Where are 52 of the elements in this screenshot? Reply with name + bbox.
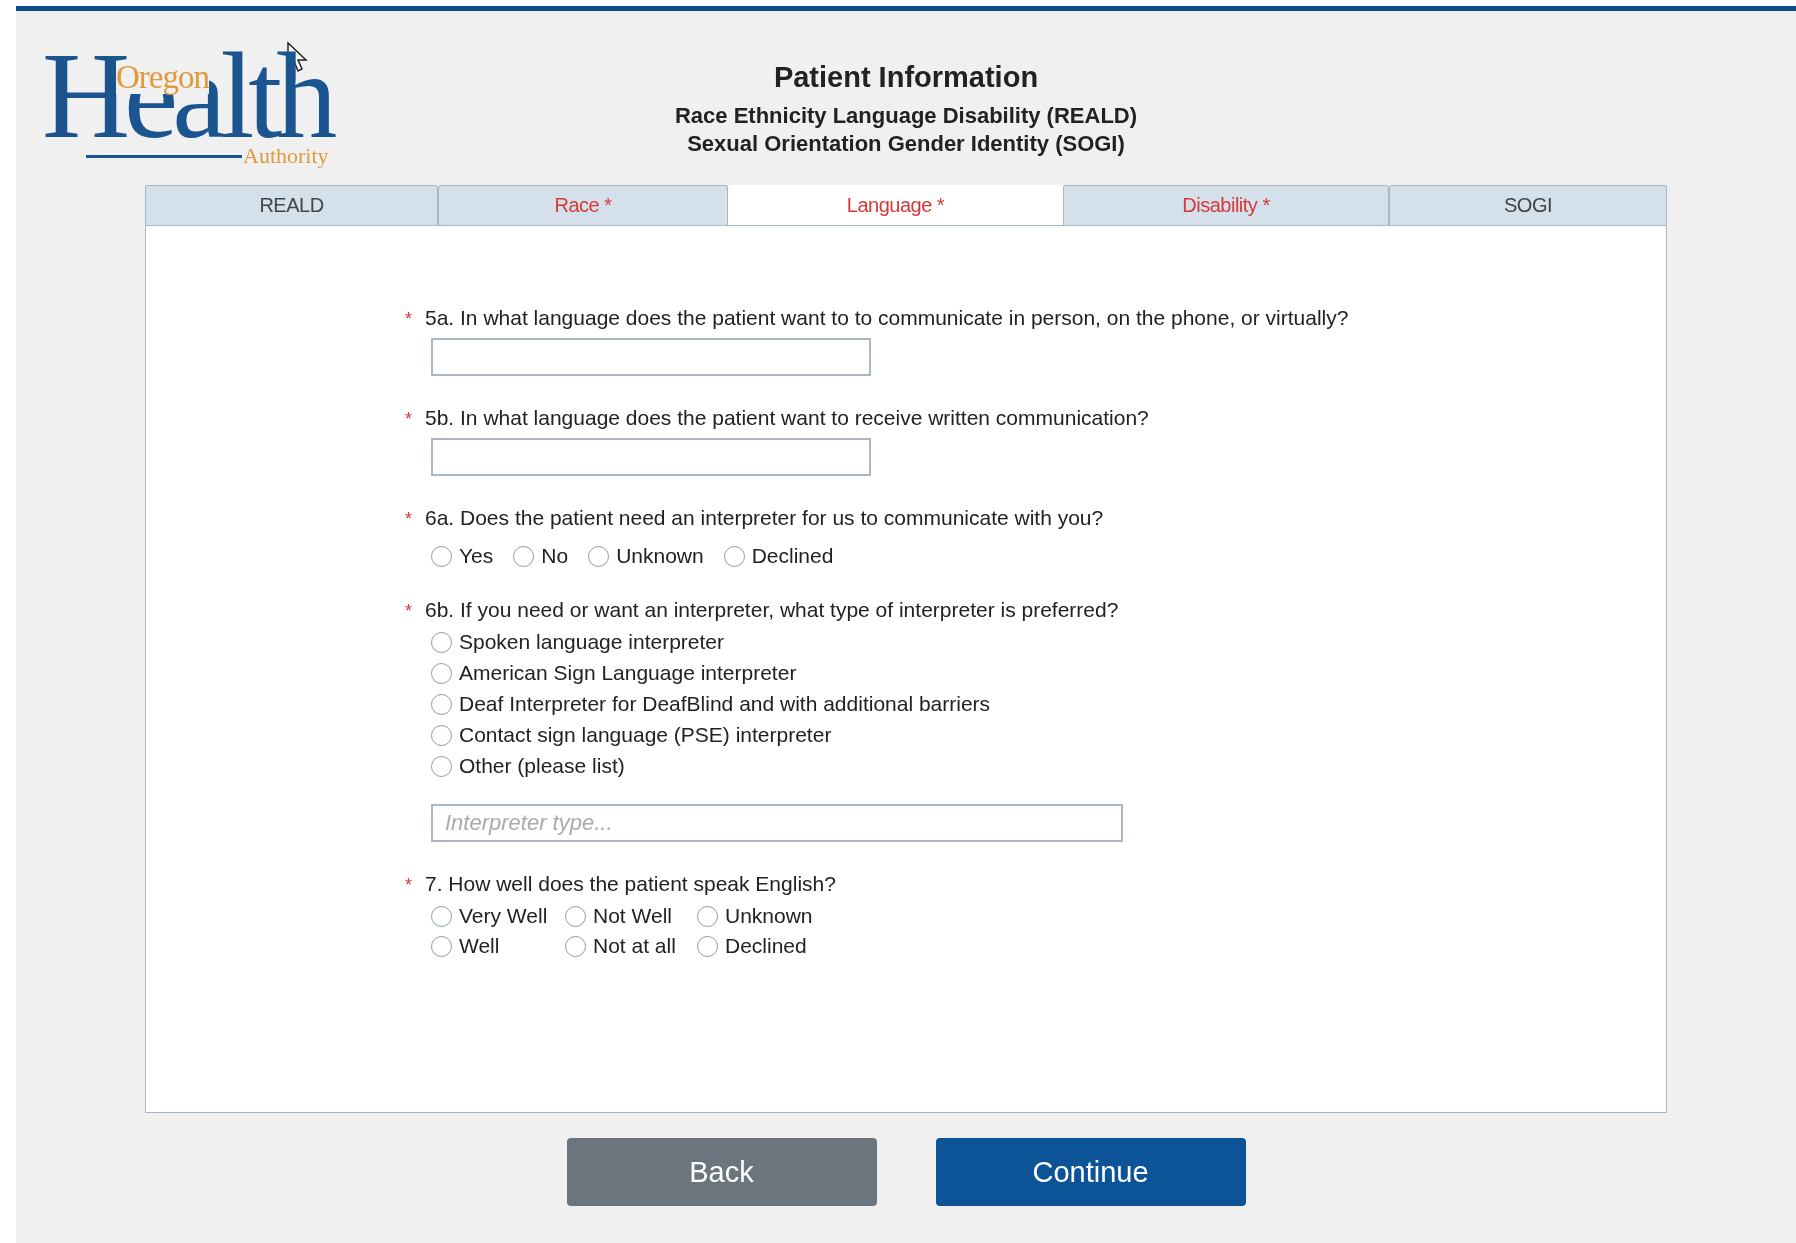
radio-option[interactable]: Unknown bbox=[697, 904, 851, 928]
radio-button[interactable] bbox=[431, 755, 452, 777]
radio-option[interactable]: Spoken language interpreter bbox=[431, 630, 1666, 654]
radio-option[interactable]: No bbox=[513, 544, 569, 568]
text-field[interactable] bbox=[431, 338, 871, 376]
radio-button[interactable] bbox=[431, 935, 452, 957]
radio-option[interactable]: Not at all bbox=[565, 934, 697, 958]
required-marker: * bbox=[405, 875, 413, 896]
interpreter-type-field[interactable]: Interpreter type... bbox=[431, 804, 1123, 842]
back-button[interactable]: Back bbox=[566, 1138, 877, 1206]
page-subtitle: Race Ethnicity Language Disability (REALD) bbox=[674, 102, 1138, 130]
radio-button[interactable] bbox=[431, 662, 452, 684]
radio-button[interactable] bbox=[697, 935, 718, 957]
question-label: 7. How well does the patient speak English? bbox=[425, 872, 836, 896]
required-marker: * bbox=[405, 409, 413, 430]
radio-option[interactable]: Not Well bbox=[565, 904, 697, 928]
radio-button[interactable] bbox=[565, 935, 586, 957]
radio-option[interactable]: Deaf Interpreter for DeafBlind and with additional barriers bbox=[431, 692, 1666, 716]
question-label: 5a. In what language does the patient want to to communicate in person, on the phone, or virtually? bbox=[425, 306, 1349, 330]
radio-option[interactable]: Other (please list) bbox=[431, 754, 1666, 778]
required-marker: * bbox=[405, 601, 413, 622]
page-title: Patient Information bbox=[773, 61, 1039, 94]
radio-button[interactable] bbox=[431, 724, 452, 746]
radio-button[interactable] bbox=[431, 693, 452, 715]
radio-button[interactable] bbox=[431, 905, 452, 927]
radio-option[interactable]: Contact sign language (PSE) interpreter bbox=[431, 723, 1666, 747]
question-label: 6b. If you need or want an interpreter, what type of interpreter is preferred? bbox=[425, 598, 1119, 622]
radio-option[interactable]: American Sign Language interpreter bbox=[431, 661, 1666, 685]
continue-button[interactable]: Continue bbox=[935, 1138, 1246, 1206]
radio-option[interactable]: Well bbox=[431, 934, 565, 958]
question-label: 5b. In what language does the patient want to receive written communication? bbox=[425, 406, 1149, 430]
radio-option[interactable]: Declined bbox=[697, 934, 851, 958]
radio-button[interactable] bbox=[431, 631, 452, 653]
required-marker: * bbox=[405, 309, 413, 330]
radio-option[interactable]: Very Well bbox=[431, 904, 565, 928]
tab[interactable]: SOGI bbox=[1389, 185, 1667, 225]
question-label: 6a. Does the patient need an interpreter for us to communicate with you? bbox=[425, 506, 1104, 530]
required-marker: * bbox=[405, 509, 413, 530]
radio-button[interactable] bbox=[697, 905, 718, 927]
radio-button[interactable] bbox=[723, 545, 745, 567]
radio-option[interactable]: Declined bbox=[723, 544, 834, 568]
radio-option[interactable]: Yes bbox=[431, 544, 494, 568]
page-subtitle: Sexual Orientation Gender Identity (SOGI) bbox=[687, 130, 1125, 158]
radio-button[interactable] bbox=[513, 545, 535, 567]
tab[interactable]: Language * bbox=[728, 185, 1063, 225]
tab[interactable]: Race * bbox=[438, 185, 728, 225]
radio-button[interactable] bbox=[565, 905, 586, 927]
radio-button[interactable] bbox=[431, 545, 452, 567]
radio-button[interactable] bbox=[588, 545, 610, 567]
text-field[interactable] bbox=[431, 438, 871, 476]
tab[interactable]: REALD bbox=[145, 185, 438, 225]
radio-option[interactable]: Unknown bbox=[588, 544, 704, 568]
